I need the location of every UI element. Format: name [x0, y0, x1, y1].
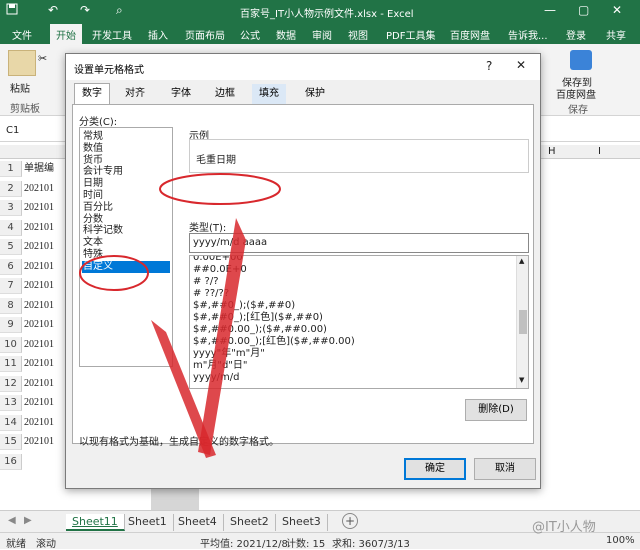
annotation-arrow-right [198, 218, 246, 455]
annotation-circle-type [159, 173, 281, 205]
annotation-overlay [79, 173, 281, 458]
annotation-circle-category [79, 255, 149, 291]
